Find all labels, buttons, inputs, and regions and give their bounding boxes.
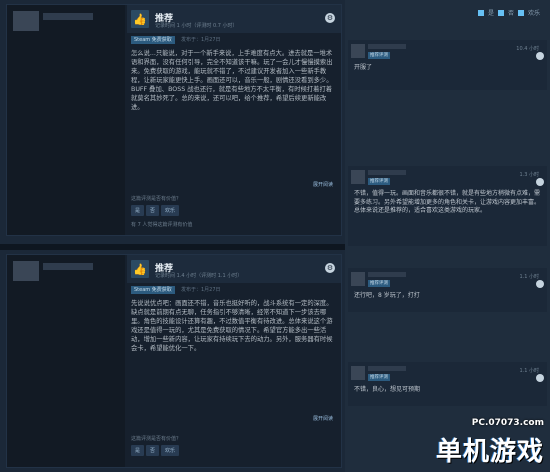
posted-row: Steam 免费获取 发布于：1月27日 [127,35,341,45]
comments-column: 是 否 欢乐 推荐评测 10.4 小时 开服了 推荐评测 1.3 小时 不错，值… [345,0,550,472]
avatar[interactable] [351,44,365,58]
vote-yes-label[interactable]: 是 [488,8,494,17]
comment-body: 不错，值得一玩。画面和音乐都很不错，就是有些地方稍微有点难，需要多练习。另外希望… [354,190,541,214]
comment-card: 推荐评测 1.1 小时 不错，良心，想见可预期 [348,362,547,406]
watermark-site: PC.07073.com [471,418,544,428]
commenter-name[interactable] [368,272,406,277]
comment-body: 开服了 [354,64,373,71]
comment-card: 推荐评测 10.4 小时 开服了 [348,40,547,90]
comment-badge: 推荐评测 [368,374,390,381]
comment-header: 推荐评测 1.1 小时 [348,362,547,384]
vote-yes-button[interactable]: 是 [131,205,145,216]
steam-icon [536,280,544,288]
comment-body: 还行吧，8 岁玩了，打打 [354,292,420,299]
thumbs-up-icon: 👍 [131,10,149,28]
avatar[interactable] [351,366,365,380]
comment-vote-row: 是 否 欢乐 [349,8,546,20]
read-more-link[interactable]: 展开阅读 [313,181,333,188]
reviews-column: 👍 推荐 记录时间 1 小时（评测时 0.7 小时） ⚙ Steam 免费获取 … [0,0,345,472]
comment-hours: 1.1 小时 [519,368,539,374]
vote-icons: 是 否 欢乐 [477,8,540,17]
review-body: 怎么说...只能说，对于一个新手来说，上手难度有点大。进去就是一堆术语和界面，没… [127,45,341,112]
review-card: 👍 推荐 记录时间 1.4 小时（评测时 1.1 小时） ⚙ Steam 免费获… [6,254,342,468]
vote-no-button[interactable]: 否 [146,205,160,216]
avatar[interactable] [351,272,365,286]
vote-row: 是 否 欢乐 [131,445,341,456]
comment-badge: 推荐评测 [368,280,390,287]
review-header: 👍 推荐 记录时间 1 小时（评测时 0.7 小时） ⚙ [127,5,341,33]
vote-yes-button[interactable]: 是 [131,445,145,456]
vote-funny-button[interactable]: 欢乐 [161,445,180,456]
review-text: 怎么说...只能说，对于一个新手来说，上手难度有点大。进去就是一堆术语和界面，没… [131,50,333,111]
author-name[interactable] [43,263,93,270]
thumbs-up-icon[interactable] [477,9,484,16]
comment-hours: 1.1 小时 [519,274,539,280]
avatar[interactable] [13,11,39,31]
review-body: 先说说优点吧：画面还不错，音乐也挺好听的，战斗系统有一定的深度。缺点就是前期有点… [127,295,341,353]
vote-funny-button[interactable]: 欢乐 [161,205,180,216]
comment-header: 推荐评测 1.1 小时 [348,268,547,290]
posted-row: Steam 免费获取 发布于：1月27日 [127,285,341,295]
helpful-question: 这篇评测是否有价值？ [131,436,182,442]
author-panel [7,5,125,235]
watermark-logo: 单机游戏 [435,437,544,467]
thumbs-up-icon: 👍 [131,260,149,278]
avatar[interactable] [13,261,39,281]
helpful-count: 有 7 人觉得这篇评测有价值 [131,222,193,228]
review-card: 👍 推荐 记录时间 1 小时（评测时 0.7 小时） ⚙ Steam 免费获取 … [6,4,342,236]
comment-hours: 1.3 小时 [519,172,539,178]
helpful-area: 这篇评测是否有价值？ 是 否 欢乐 有 7 人觉得这篇评测有价值 [131,195,341,228]
review-divider [0,244,345,250]
avatar[interactable] [351,170,365,184]
author-name[interactable] [43,13,93,20]
vote-funny-label[interactable]: 欢乐 [528,8,540,17]
comment-badge: 推荐评测 [368,178,390,185]
steam-icon [536,52,544,60]
posted-date: 发布于：1月27日 [180,287,221,293]
smile-icon[interactable] [517,9,524,16]
helpful-question: 这篇评测是否有价值？ [131,196,182,202]
comment-header: 推荐评测 10.4 小时 [348,40,547,62]
review-text: 先说说优点吧：画面还不错，音乐也挺好听的，战斗系统有一定的深度。缺点就是前期有点… [131,300,333,352]
vote-no-button[interactable]: 否 [146,445,160,456]
comment-header: 推荐评测 1.3 小时 [348,166,547,188]
comment-card: 推荐评测 1.1 小时 还行吧，8 岁玩了，打打 [348,268,547,312]
review-main: 👍 推荐 记录时间 1.4 小时（评测时 1.1 小时） ⚙ Steam 免费获… [127,255,341,456]
comment-badge: 推荐评测 [368,52,390,59]
playtime: 记录时间 1.4 小时（评测时 1.1 小时） [155,273,243,279]
vote-no-label[interactable]: 否 [508,8,514,17]
thumbs-down-icon[interactable] [497,9,504,16]
commenter-name[interactable] [368,170,406,175]
vote-row: 是 否 欢乐 [131,205,341,216]
review-header: 👍 推荐 记录时间 1.4 小时（评测时 1.1 小时） ⚙ [127,255,341,283]
read-more-link[interactable]: 展开阅读 [313,415,333,422]
review-main: 👍 推荐 记录时间 1 小时（评测时 0.7 小时） ⚙ Steam 免费获取 … [127,5,341,228]
commenter-name[interactable] [368,44,406,49]
steam-icon [536,374,544,382]
steam-icon: ⚙ [325,263,335,273]
product-badge: Steam 免费获取 [131,286,175,294]
comment-card: 推荐评测 1.3 小时 不错，值得一玩。画面和音乐都很不错，就是有些地方稍微有点… [348,166,547,246]
comment-hours: 10.4 小时 [516,46,539,52]
playtime: 记录时间 1 小时（评测时 0.7 小时） [155,23,238,29]
helpful-area: 这篇评测是否有价值？ 是 否 欢乐 [131,435,341,456]
steam-icon: ⚙ [325,13,335,23]
product-badge: Steam 免费获取 [131,36,175,44]
posted-date: 发布于：1月27日 [180,37,221,43]
commenter-name[interactable] [368,366,406,371]
steam-icon [536,178,544,186]
comment-body: 不错，良心，想见可预期 [354,386,421,393]
author-panel [7,255,125,467]
